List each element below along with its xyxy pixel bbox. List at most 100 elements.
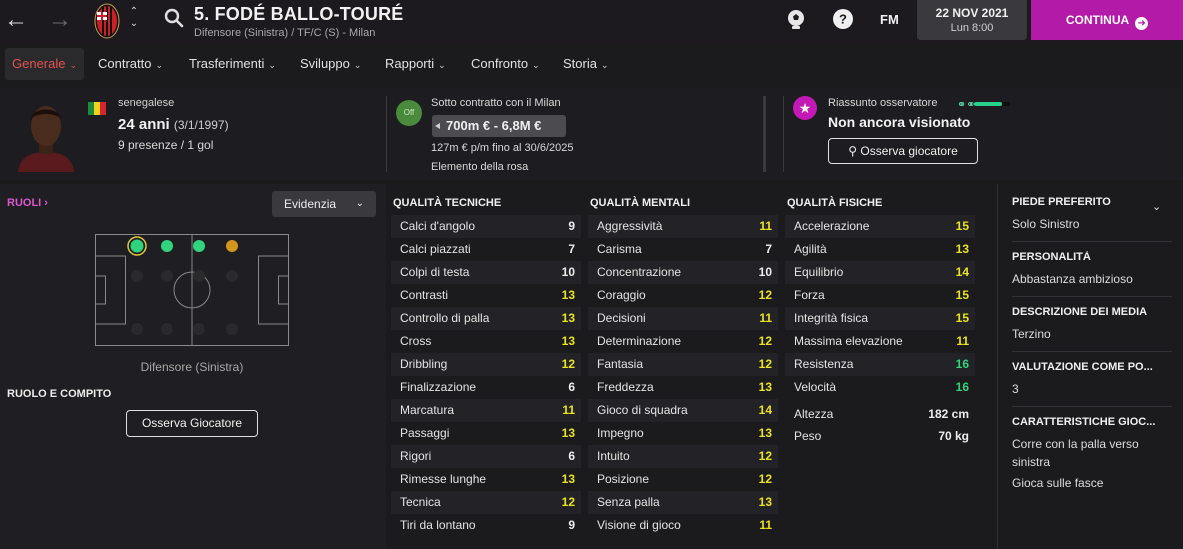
attribute-row[interactable]: Tiri da lontano 9 [391,514,581,537]
scout-player-button[interactable]: ⚲ Osserva giocatore [828,138,978,164]
position-dot-main [130,239,144,253]
tab-bar: Generale ⌄ Contratto ⌄ Trasferimenti ⌄ Svil… [0,48,1183,80]
back-arrow-icon[interactable]: ← [4,8,28,32]
attribute-row[interactable]: Velocità 16 [785,376,975,399]
tab-confronto[interactable]: Confronto ⌄ [464,48,547,80]
attribute-value: 12 [758,357,772,371]
attribute-row[interactable]: Impegno 13 [588,422,778,445]
attribute-row[interactable]: Determinazione 12 [588,330,778,353]
attribute-value: 13 [561,426,575,440]
tab-label: Rapporti [385,56,435,71]
attribute-row[interactable]: Rigori 6 [391,445,581,468]
attribute-row[interactable]: Decisioni 11 [588,307,778,330]
personality-section: PERSONALITÀ Abbastanza ambizioso [1012,251,1172,288]
attribute-value: 6 [568,380,575,394]
attribute-row[interactable]: Passaggi 13 [391,422,581,445]
attribute-row[interactable]: Forza 15 [785,284,975,307]
attribute-row[interactable]: Agilità 13 [785,238,975,261]
attribute-row[interactable]: Carisma 7 [588,238,778,261]
attribute-row[interactable]: Aggressività 11 [588,215,778,238]
divider [1012,351,1172,352]
role-duty-title: RUOLO E COMPITO [7,388,112,400]
attribute-name: Forza [794,288,825,302]
highlight-dropdown[interactable]: Evidenzia ⌄ [272,191,376,217]
tab-trasferimenti[interactable]: Trasferimenti ⌄ [182,48,283,80]
tab-contratto[interactable]: Contratto ⌄ [91,48,170,80]
attribute-row[interactable]: Senza palla 13 [588,491,778,514]
attribute-name: Aggressività [597,219,663,233]
attribute-value: 7 [765,242,772,256]
tab-sviluppo[interactable]: Sviluppo ⌄ [293,48,368,80]
attribute-row[interactable]: Fantasia 12 [588,353,778,376]
tab-label: Contratto [98,56,152,71]
attribute-row[interactable]: Finalizzazione 6 [391,376,581,399]
attribute-row[interactable]: Gioco di squadra 14 [588,399,778,422]
forward-arrow-icon[interactable]: → [48,8,72,32]
height-row: Altezza 182 cm [785,403,975,425]
attribute-name: Carisma [597,242,642,256]
search-icon[interactable] [164,8,184,28]
scout-progress-fill [974,102,1003,106]
attribute-value: 9 [568,518,575,532]
personality-title: PERSONALITÀ [1012,251,1091,263]
fm-logo[interactable]: FM [880,12,899,27]
attribute-row[interactable]: Coraggio 12 [588,284,778,307]
attribute-row[interactable]: Visione di gioco 11 [588,514,778,537]
tab-rapporti[interactable]: Rapporti ⌄ [378,48,453,80]
attribute-row[interactable]: Equilibrio 14 [785,261,975,284]
roles-link[interactable]: RUOLI › [7,197,48,209]
chevron-down-icon: ⌄ [355,198,364,209]
attribute-row[interactable]: Integrità fisica 15 [785,307,975,330]
attribute-name: Impegno [597,426,644,440]
player-switch-icon[interactable]: ⌃ ⌄ [127,6,141,30]
attribute-row[interactable]: Intuito 12 [588,445,778,468]
chevron-right-icon: › [44,197,48,209]
attribute-row[interactable]: Marcatura 11 [391,399,581,422]
ball-icon[interactable] [785,8,807,30]
tab-generale[interactable]: Generale ⌄ [5,48,85,80]
attribute-row[interactable]: Rimesse lunghe 13 [391,468,581,491]
attribute-row[interactable]: Posizione 12 [588,468,778,491]
position-dot [193,240,205,252]
attribute-name: Rimesse lunghe [400,472,487,486]
attribute-row[interactable]: Dribbling 12 [391,353,581,376]
tab-storia[interactable]: Storia ⌄ [556,48,616,80]
attribute-row[interactable]: Cross 13 [391,330,581,353]
scrollbar[interactable] [763,96,766,172]
attribute-row[interactable]: Massima elevazione 11 [785,330,975,353]
attribute-value: 10 [758,265,772,279]
attribute-value: 15 [955,288,969,302]
attribute-name: Decisioni [597,311,646,325]
player-value[interactable]: 700m € - 6,8M € [432,115,566,137]
height-label: Altezza [794,407,834,421]
continue-button[interactable]: CONTINUA ➜ [1031,0,1183,40]
attribute-name: Resistenza [794,357,854,371]
attribute-row[interactable]: Calci piazzati 7 [391,238,581,261]
help-icon[interactable]: ? [832,8,854,30]
attribute-row[interactable]: Colpi di testa 10 [391,261,581,284]
attribute-value: 7 [568,242,575,256]
attribute-row[interactable]: Freddezza 13 [588,376,778,399]
attribute-value: 12 [758,288,772,302]
attribute-row[interactable]: Resistenza 16 [785,353,975,376]
attribute-row[interactable]: Tecnica 12 [391,491,581,514]
chevron-down-icon: ⌄ [268,60,276,70]
watch-player-button[interactable]: Osserva Giocatore [126,410,258,437]
attribute-row[interactable]: Controllo di palla 13 [391,307,581,330]
attribute-value: 13 [561,288,575,302]
tab-label: Generale [12,56,66,71]
attribute-row[interactable]: Contrasti 13 [391,284,581,307]
attribute-row[interactable]: Calci d'angolo 9 [391,215,581,238]
player-name: 5. FODÉ BALLO-TOURÉ [194,4,404,24]
attribute-value: 16 [955,357,969,371]
contract-wage: 127m € p/m fino al 30/6/2025 [431,142,574,154]
attribute-row[interactable]: Accelerazione 15 [785,215,975,238]
attribute-row[interactable]: Concentrazione 10 [588,261,778,284]
player-traits-section: CARATTERISTICHE GIOC... Corre con la pal… [1012,416,1172,492]
chevron-down-icon: ⌄ [600,60,609,70]
attribute-value: 13 [758,495,772,509]
attribute-value: 13 [758,380,772,394]
club-crest-icon[interactable] [94,2,120,40]
preferred-foot-title: PIEDE PREFERITO [1012,196,1111,208]
date-display[interactable]: 22 NOV 2021 Lun 8:00 [917,0,1027,40]
